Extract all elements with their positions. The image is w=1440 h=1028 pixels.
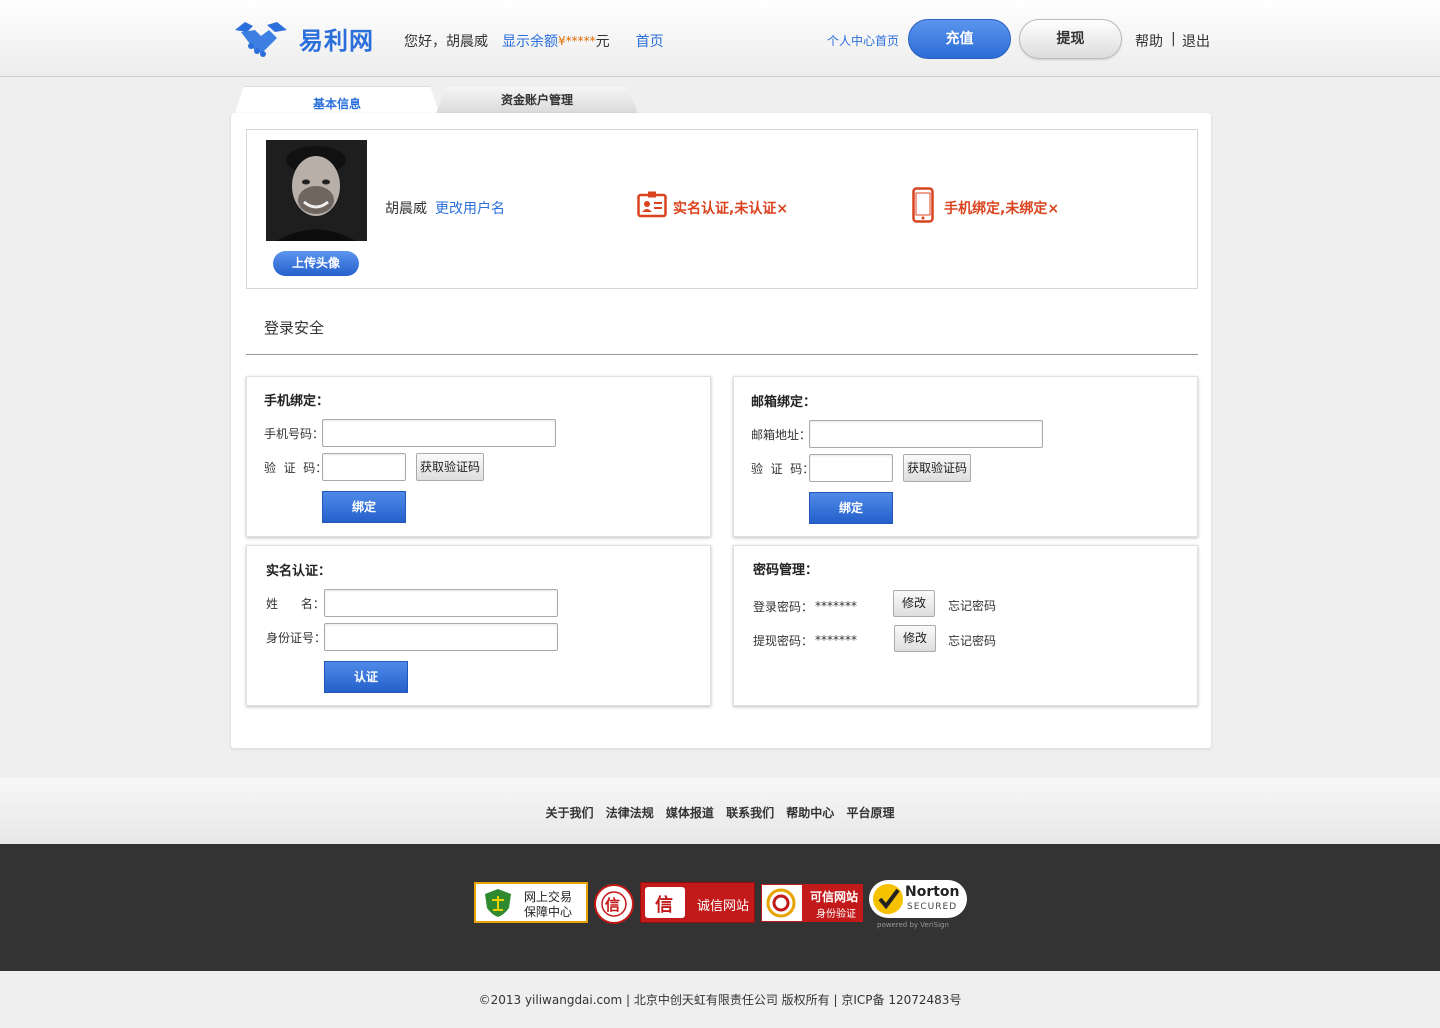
withdraw-button[interactable]: 提现 — [1019, 19, 1122, 59]
nav-separator: | — [1171, 31, 1176, 47]
password-panel-title: 密码管理： — [753, 563, 819, 578]
modify-login-password-button[interactable]: 修改 — [893, 590, 935, 617]
trusted-line1: 可信网站 — [810, 890, 859, 904]
trusted-site-logo-icon — [766, 888, 796, 918]
email-get-code-button[interactable]: 获取验证码 — [903, 454, 971, 482]
copyright-text: ©2013 yiliwangdai.com | 北京中创天虹有限责任公司 版权所… — [478, 993, 962, 1007]
handshake-logo-icon — [235, 22, 287, 57]
name-input[interactable] — [324, 589, 558, 617]
phone-code-label: 验 证 码： — [264, 461, 328, 475]
withdraw-password-value: ******* — [815, 633, 857, 647]
email-code-input[interactable] — [809, 454, 893, 482]
top-header: 易利网 您好，胡晨威 显示余额 ¥ ***** 元 首页 个人中心首页 充值 提… — [0, 0, 1440, 77]
user-center-link[interactable]: 个人中心首页 — [827, 32, 899, 49]
verify-button[interactable]: 认证 — [324, 661, 408, 693]
phone-number-label: 手机号码： — [264, 427, 325, 441]
status-cross-icon: × — [1047, 201, 1060, 217]
id-number-label: 身份证号： — [266, 631, 327, 645]
footer-link-contact[interactable]: 联系我们 — [726, 806, 774, 820]
username: 胡晨威 — [385, 201, 427, 217]
norton-secured-text: SECURED — [907, 902, 958, 912]
help-link[interactable]: 帮助 — [1135, 31, 1163, 51]
logout-link[interactable]: 退出 — [1182, 31, 1210, 51]
currency-symbol: ¥ — [558, 34, 566, 48]
id-card-icon — [637, 191, 667, 218]
seal-text: 信 — [605, 896, 621, 914]
phone-status-text: 手机绑定,未绑定 — [944, 201, 1048, 217]
status-cross-icon: × — [776, 201, 789, 217]
mobile-phone-icon — [912, 187, 934, 223]
withdraw-password-label: 提现密码： — [753, 634, 814, 648]
greeting-bar: 您好，胡晨威 显示余额 ¥ ***** 元 首页 — [404, 31, 664, 51]
email-address-label: 邮箱地址： — [751, 428, 812, 442]
currency-unit: 元 — [595, 34, 610, 50]
phone-number-input[interactable] — [322, 419, 556, 447]
avatar-portrait-icon — [266, 140, 367, 241]
modify-withdraw-password-button[interactable]: 修改 — [894, 625, 936, 652]
integrity-logo-icon: 信 — [645, 887, 685, 918]
integrity-logo-text: 信 — [655, 895, 673, 916]
footer-link-media[interactable]: 媒体报道 — [666, 806, 714, 820]
logo-text: 易利网 — [299, 26, 374, 55]
trade-guarantee-badge[interactable]: 网上交易 保障中心 — [474, 882, 588, 923]
realname-panel-title: 实名认证： — [266, 564, 332, 579]
email-bind-button[interactable]: 绑定 — [809, 492, 893, 524]
footer-link-principle[interactable]: 平台原理 — [847, 806, 895, 820]
email-code-label: 验 证 码： — [751, 462, 815, 476]
login-security-title: 登录安全 — [264, 319, 325, 337]
email-binding-title: 邮箱绑定： — [751, 395, 817, 410]
norton-brand: Norton — [905, 884, 960, 900]
phone-get-code-button[interactable]: 获取验证码 — [416, 453, 484, 481]
trade-badge-line2: 保障中心 — [524, 905, 573, 919]
greeting-text: 您好，胡晨威 — [404, 34, 488, 50]
trusted-site-badge[interactable]: 可信网站 身份验证 — [761, 884, 863, 922]
show-balance-link[interactable]: 显示余额 — [502, 31, 558, 51]
footer-link-help[interactable]: 帮助中心 — [786, 806, 834, 820]
checkmark-icon — [873, 884, 903, 914]
change-username-link[interactable]: 更改用户名 — [435, 198, 505, 218]
site-logo[interactable]: 易利网 — [231, 16, 374, 60]
login-password-value: ******* — [815, 599, 857, 613]
norton-secured-badge[interactable]: Norton SECURED powered by VeriSign — [869, 878, 967, 932]
name-label: 姓 名： — [266, 597, 325, 611]
section-divider — [246, 354, 1198, 355]
norton-powered-text: powered by VeriSign — [877, 921, 949, 929]
footer-nav: 关于我们 法律法规 媒体报道 联系我们 帮助中心 平台原理 — [0, 778, 1440, 844]
integrity-site-badge[interactable]: 信 诚信网站 — [640, 882, 755, 923]
trusted-line2: 身份验证 — [816, 909, 856, 920]
balance-masked: ***** — [565, 34, 596, 48]
login-password-label: 登录密码： — [753, 600, 814, 614]
phone-code-input[interactable] — [322, 453, 406, 481]
id-number-input[interactable] — [324, 623, 558, 651]
phone-binding-title: 手机绑定： — [264, 394, 330, 409]
trust-seal-badge[interactable]: 信 — [594, 884, 634, 924]
avatar — [266, 140, 367, 241]
shield-icon — [485, 889, 511, 917]
phone-bind-button[interactable]: 绑定 — [322, 491, 406, 523]
integrity-label: 诚信网站 — [697, 899, 750, 914]
phone-status[interactable]: 手机绑定,未绑定× — [944, 198, 1059, 218]
email-address-input[interactable] — [809, 420, 1043, 448]
forgot-withdraw-password-link[interactable]: 忘记密码 — [948, 632, 996, 649]
footer-links: 关于我们 法律法规 媒体报道 联系我们 帮助中心 平台原理 — [0, 804, 1440, 821]
upload-avatar-button[interactable]: 上传头像 — [273, 251, 359, 276]
tab-basic-info[interactable]: 基本信息 — [234, 86, 440, 116]
footer-link-law[interactable]: 法律法规 — [606, 806, 654, 820]
footer-link-about[interactable]: 关于我们 — [545, 806, 593, 820]
recharge-button[interactable]: 充值 — [908, 19, 1011, 59]
tab-fund-account[interactable]: 资金账户管理 — [436, 87, 638, 114]
realname-status-text: 实名认证,未认证 — [673, 201, 777, 217]
forgot-login-password-link[interactable]: 忘记密码 — [948, 597, 996, 614]
home-link[interactable]: 首页 — [636, 31, 664, 51]
realname-status[interactable]: 实名认证,未认证× — [673, 198, 788, 218]
